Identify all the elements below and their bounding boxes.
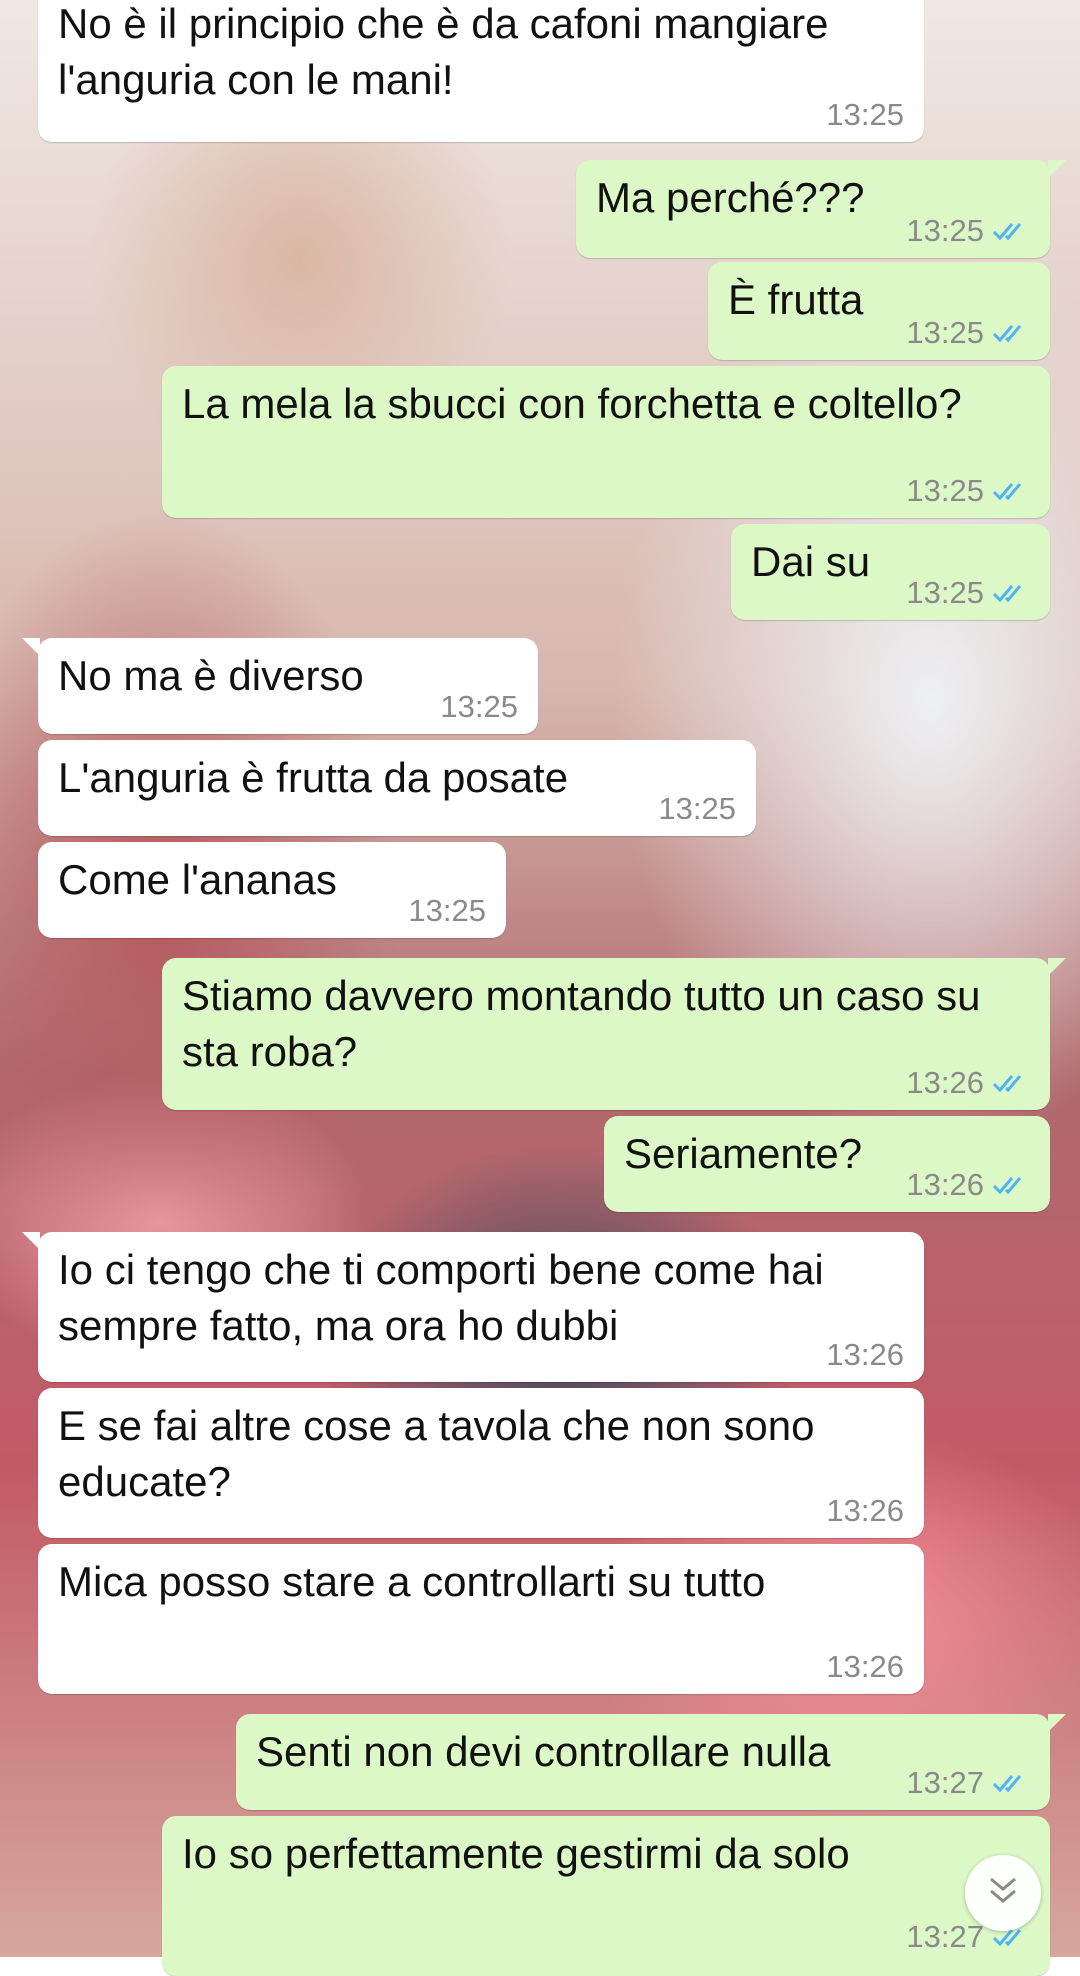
message-text: No è il principio che è da cafoni mangia…	[58, 0, 841, 103]
message-time: 13:26	[906, 1167, 984, 1202]
message-text: Io ci tengo che ti comporti bene come ha…	[58, 1246, 836, 1349]
message-outgoing[interactable]: La mela la sbucci con forchetta e coltel…	[162, 366, 1050, 518]
message-time: 13:26	[826, 1649, 904, 1684]
message-time: 13:25	[658, 791, 736, 826]
message-list[interactable]: No è il principio che è da cafoni mangia…	[0, 0, 1080, 1976]
message-incoming[interactable]: No è il principio che è da cafoni mangia…	[38, 0, 924, 142]
message-time: 13:26	[826, 1337, 904, 1372]
message-time: 13:27	[906, 1765, 984, 1800]
message-text: Mica posso stare a controllarti su tutto	[58, 1558, 766, 1605]
message-time: 13:25	[440, 689, 518, 724]
message-time: 13:25	[906, 315, 984, 350]
message-time: 13:25	[906, 473, 984, 508]
double-check-icon	[992, 1174, 1030, 1196]
message-text: La mela la sbucci con forchetta e coltel…	[182, 380, 962, 427]
message-time: 13:25	[906, 213, 984, 248]
message-outgoing[interactable]: Seriamente? 13:26	[604, 1116, 1050, 1212]
message-time: 13:25	[906, 575, 984, 610]
double-check-icon	[992, 220, 1030, 242]
message-incoming[interactable]: Io ci tengo che ti comporti bene come ha…	[22, 1232, 924, 1382]
message-time: 13:27	[906, 1919, 984, 1954]
message-text: L'anguria è frutta da posate	[58, 754, 569, 801]
message-incoming[interactable]: Mica posso stare a controllarti su tutto…	[38, 1544, 924, 1694]
chevron-double-down-icon	[985, 1875, 1021, 1912]
message-outgoing[interactable]: Io so perfettamente gestirmi da solo 13:…	[162, 1816, 1050, 1976]
message-incoming[interactable]: Come l'ananas 13:25	[38, 842, 506, 938]
double-check-icon	[992, 480, 1030, 502]
message-incoming[interactable]: L'anguria è frutta da posate 13:25	[38, 740, 756, 836]
message-incoming[interactable]: E se fai altre cose a tavola che non son…	[38, 1388, 924, 1538]
message-text: Io so perfettamente gestirmi da solo	[182, 1830, 850, 1877]
scroll-to-bottom-button[interactable]	[965, 1855, 1041, 1931]
double-check-icon	[992, 1072, 1030, 1094]
message-outgoing[interactable]: Senti non devi controllare nulla 13:27	[236, 1714, 1066, 1810]
message-time: 13:26	[906, 1065, 984, 1100]
double-check-icon	[992, 322, 1030, 344]
message-time: 13:25	[408, 893, 486, 928]
message-text: Stiamo davvero montando tutto un caso su…	[182, 972, 993, 1075]
message-outgoing[interactable]: Ma perché??? 13:25	[576, 160, 1066, 258]
message-incoming[interactable]: No ma è diverso 13:25	[22, 638, 538, 734]
double-check-icon	[992, 1772, 1030, 1794]
double-check-icon	[992, 582, 1030, 604]
message-time: 13:26	[826, 1493, 904, 1528]
message-time: 13:25	[826, 97, 904, 132]
message-outgoing[interactable]: Stiamo davvero montando tutto un caso su…	[162, 958, 1066, 1110]
message-outgoing[interactable]: Dai su 13:25	[731, 524, 1050, 620]
message-outgoing[interactable]: È frutta 13:25	[708, 262, 1050, 360]
message-text: E se fai altre cose a tavola che non son…	[58, 1402, 827, 1505]
